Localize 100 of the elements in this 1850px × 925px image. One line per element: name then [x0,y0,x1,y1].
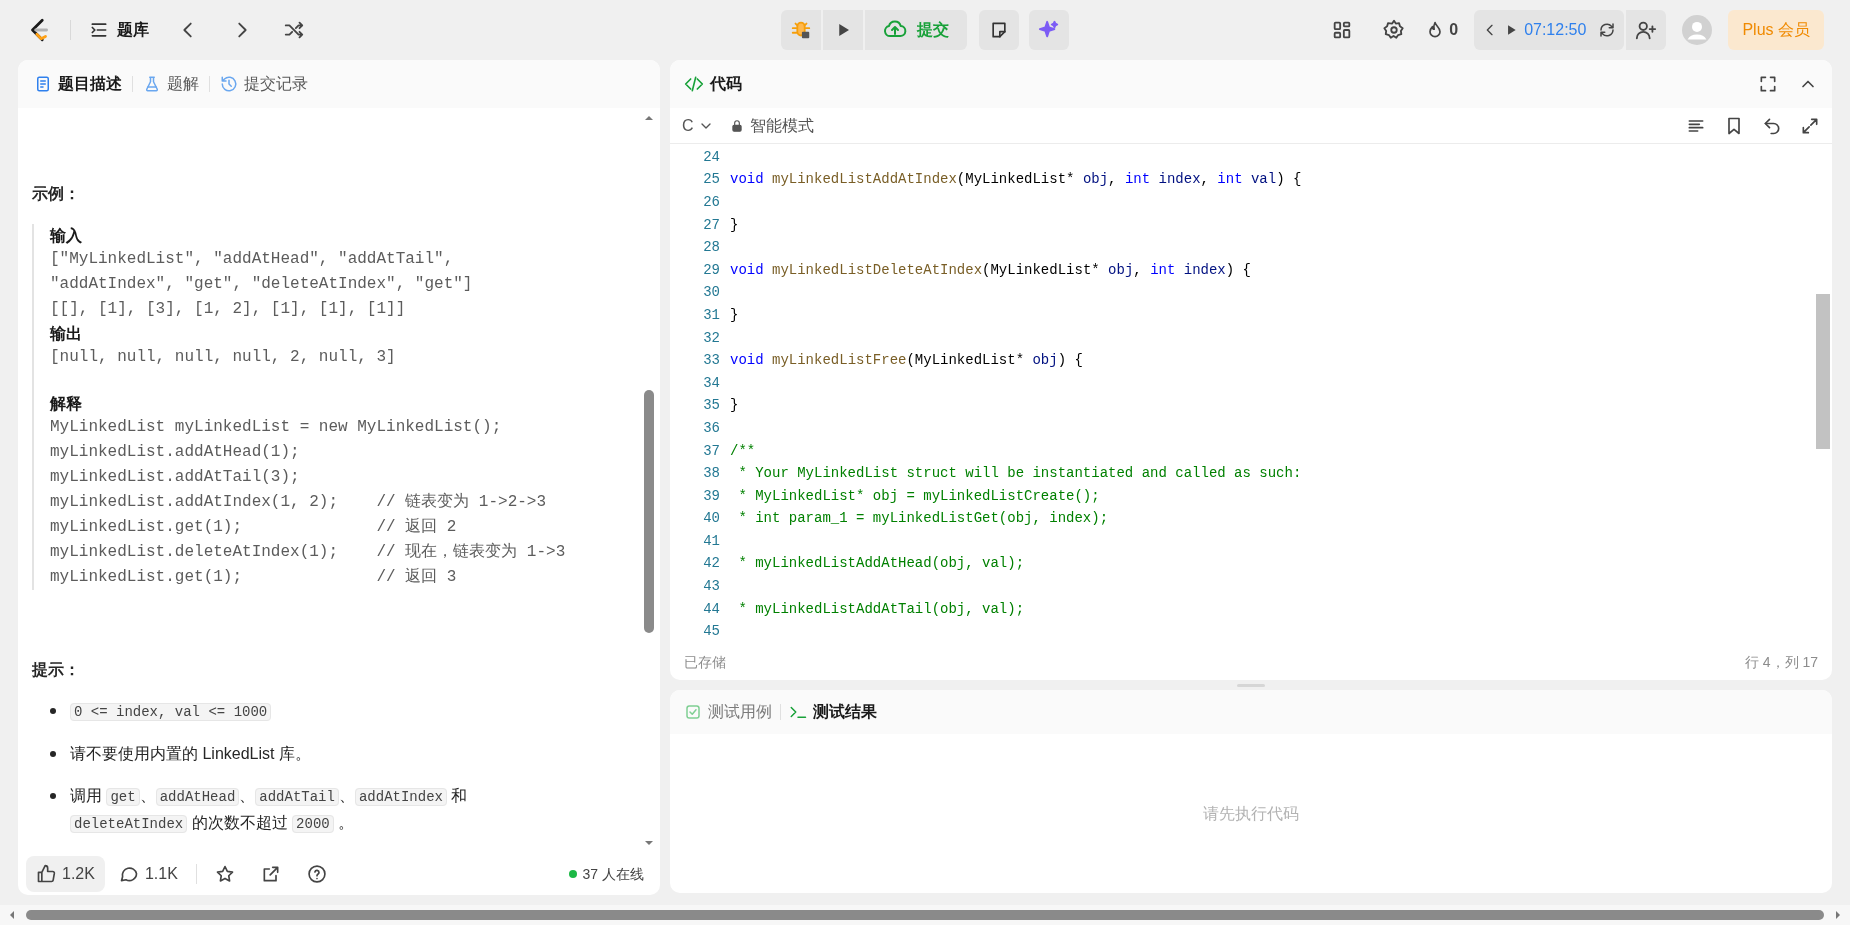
tab[interactable]: 题解 [141,72,201,96]
example-code-line: myLinkedList.addAtIndex(1, 2); // 链表变为 1->2->3 [50,491,548,513]
checkbox-icon [684,703,702,721]
example-code-line: myLinkedList.get(1); // 返回 2 [50,517,458,538]
language-dropdown[interactable]: C [682,113,714,138]
cursor-position: 行 4，列 17 [1744,652,1818,672]
tab[interactable]: 测试用例 [684,700,772,724]
settings-icon[interactable] [1383,19,1406,41]
line-number: 39 [702,486,720,506]
online-count: 37 人在线 [582,864,644,884]
line-number: 44 [702,599,720,619]
example-label: 输入 [50,226,83,246]
comments-button[interactable]: 1.1K [104,856,192,892]
panel-title: 代码 [710,74,742,94]
line-number: 30 [702,283,720,303]
line-number: 25 [702,170,720,190]
thumbs-up-icon [36,864,56,884]
mode-label: 智能模式 [749,115,814,136]
line-number: 34 [702,373,720,393]
tab[interactable]: 提交记录 [218,72,310,96]
empty-message: 请先执行代码 [1203,803,1299,824]
line-number: 32 [702,328,720,348]
fullscreen-icon[interactable] [1758,74,1778,94]
list-icon [89,20,109,40]
run-button[interactable] [823,10,863,50]
code-line: * Your MyLinkedList struct will be instantiated and called as such: [737,464,1302,484]
debug-button[interactable] [781,10,821,50]
hint-text: 调用 get 、 addAtHead 、 addAtTail 、 addAtIndex 和 deleteAtIndex 的次数不超过 2000 。 [70,786,469,835]
code-line: void myLinkedListDeleteAtIndex(MyLinkedList* obj, int index) { [730,260,1251,280]
lock-icon [729,118,744,133]
code-line: * myLinkedListAddAtHead(obj, val); [737,554,1025,574]
history-icon [220,75,238,93]
shuffle-icon[interactable] [283,19,305,41]
bullet-icon [50,751,56,757]
code-line: void myLinkedListAddAtIndex(MyLinkedList* obj, int index, int val) { [730,170,1302,190]
note-button[interactable] [979,10,1019,50]
comment-icon [118,864,139,884]
reset-icon[interactable] [1598,21,1617,39]
bug-icon [790,19,812,41]
example-code-line: MyLinkedList myLinkedList = new MyLinkedList(); [50,417,503,438]
code-line: } [730,215,739,235]
code-line: } [730,396,739,416]
flask-icon [143,75,161,93]
document-icon [34,75,52,93]
line-number: 27 [702,215,720,235]
hint-text: 请不要使用内置的 LinkedList 库。 [70,744,312,764]
line-number: 31 [702,305,720,325]
help-icon[interactable] [306,864,327,884]
hint-text: 0 <= index, val <= 1000 [70,698,540,725]
example-code-line: ["MyLinkedList", "addAtHead", "addAtTail", [50,249,455,270]
code-line: * myLinkedListAddAtTail(obj, val); [737,599,1025,619]
example-label: 解释 [50,394,83,414]
code-line: * int param_1 = myLinkedListGet(obj, index); [737,509,1109,529]
save-status: 已存储 [684,652,726,672]
timer-text: 07:12:50 [1524,20,1587,40]
scrollbar-thumb[interactable] [644,390,654,633]
line-number: 33 [702,351,720,371]
line-number: 43 [702,577,720,597]
bullet-icon [50,793,56,799]
like-button[interactable]: 1.2K [26,856,105,892]
line-number: 36 [702,418,720,438]
line-number: 45 [702,622,720,642]
invite-button[interactable] [1626,10,1667,50]
example-label: 输出 [50,324,83,344]
example-code-line: myLinkedList.addAtHead(1); [50,442,301,463]
ai-assistant-button[interactable] [1029,10,1069,50]
code-line: /** [730,441,756,461]
add-user-icon [1635,19,1658,41]
expand-icon[interactable] [1800,115,1820,136]
code-line: void myLinkedListFree(MyLinkedList* obj) { [730,351,1083,371]
section-heading: 提示： [32,660,81,680]
tab[interactable]: 测试结果 [789,700,877,724]
line-number: 29 [702,260,720,280]
horizontal-scrollbar-thumb[interactable] [26,910,1824,920]
scrollbar-thumb[interactable] [1816,294,1830,449]
line-number: 42 [702,554,720,574]
line-number: 38 [702,464,720,484]
code-icon [684,74,704,94]
problem-bank-button[interactable]: 题库 [89,18,149,42]
code-line: * MyLinkedList* obj = myLinkedListCreate(); [737,486,1100,506]
line-number: 41 [702,531,720,551]
line-number: 35 [702,396,720,416]
line-number: 37 [702,441,720,461]
line-number: 28 [702,238,720,258]
example-code-line: [[], [1], [3], [1, 2], [1], [1], [1]] [50,299,407,320]
example-code-line: [null, null, null, null, 2, null, 3] [50,347,397,368]
tab[interactable]: 题目描述 [32,72,124,96]
streak-count: 0 [1449,20,1459,40]
note-icon [989,20,1009,40]
code-line: } [730,305,739,325]
example-code-line: myLinkedList.addAtTail(3); [50,467,301,488]
section-heading: 示例： [32,184,81,204]
line-number: 40 [702,509,720,529]
bullet-icon [50,708,56,714]
undo-icon[interactable] [1762,115,1782,136]
star-icon[interactable] [214,864,235,884]
example-code-line: myLinkedList.get(1); // 返回 3 [50,567,458,588]
line-number: 24 [702,147,720,167]
example-code-line: myLinkedList.deleteAtIndex(1); // 现在，链表变为 1->3 [50,541,567,563]
example-code-line: "addAtIndex", "get", "deleteAtIndex", "get"] [50,274,474,295]
